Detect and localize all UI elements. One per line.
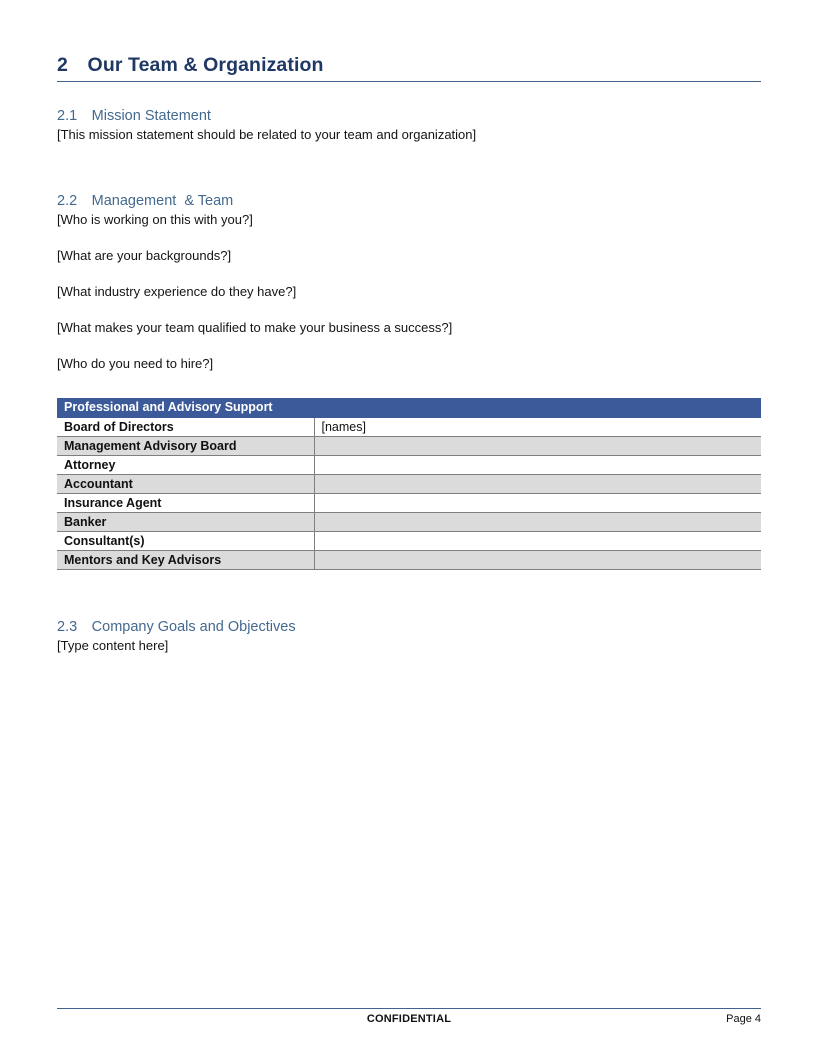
table-row[interactable]: Consultant(s) xyxy=(57,531,762,551)
management-prompt-5: [Who do you need to hire?] xyxy=(57,356,214,371)
table-row[interactable]: Accountant xyxy=(57,474,762,494)
table-row[interactable]: Management Advisory Board xyxy=(57,436,762,456)
row-label: Consultant(s) xyxy=(57,531,314,551)
row-label: Mentors and Key Advisors xyxy=(57,550,314,570)
row-label: Banker xyxy=(57,512,314,532)
section-heading-block: 2 Our Team & Organization xyxy=(57,52,761,82)
row-value[interactable] xyxy=(313,474,762,494)
row-value[interactable] xyxy=(313,550,762,570)
table-row[interactable]: Mentors and Key Advisors xyxy=(57,550,762,570)
row-label: Accountant xyxy=(57,474,314,494)
row-label: Attorney xyxy=(57,455,314,475)
subsection-heading-mission: 2.1 Mission Statement xyxy=(57,108,211,124)
table-row[interactable]: Insurance Agent xyxy=(57,493,762,513)
row-value[interactable] xyxy=(313,512,762,532)
row-label: Insurance Agent xyxy=(57,493,314,513)
table-header-title: Professional and Advisory Support xyxy=(57,398,762,418)
row-value[interactable] xyxy=(313,493,762,513)
management-prompt-1: [Who is working on this with you?] xyxy=(57,212,253,227)
row-value[interactable]: [names] xyxy=(313,417,762,437)
footer-row: CONFIDENTIAL Page 4 xyxy=(57,1013,761,1033)
page-title: 2 Our Team & Organization xyxy=(57,54,324,76)
goals-body-text: [Type content here] xyxy=(57,638,169,653)
row-value[interactable] xyxy=(313,531,762,551)
management-prompt-2: [What are your backgrounds?] xyxy=(57,248,232,263)
document-page: 2 Our Team & Organization 2.1 Mission St… xyxy=(0,0,816,1056)
row-label: Board of Directors xyxy=(57,417,314,437)
subsection-heading-goals: 2.3 Company Goals and Objectives xyxy=(57,619,296,635)
table-header-row: Professional and Advisory Support xyxy=(57,398,762,418)
support-table-body: Board of Directors [names] Management Ad… xyxy=(57,417,762,570)
page-content: 2 Our Team & Organization 2.1 Mission St… xyxy=(57,52,762,655)
subsection-heading-management: 2.2 Management & Team xyxy=(57,193,234,209)
row-value[interactable] xyxy=(313,436,762,456)
management-prompt-4: [What makes your team qualified to make … xyxy=(57,320,453,335)
table-row[interactable]: Board of Directors [names] xyxy=(57,417,762,437)
footer-page-number: Page 4 xyxy=(726,1013,761,1025)
support-table-wrapper: Professional and Advisory Support Board … xyxy=(57,398,762,570)
management-prompt-3: [What industry experience do they have?] xyxy=(57,284,297,299)
footer-confidential-label: CONFIDENTIAL xyxy=(366,1013,452,1025)
professional-advisory-support-table: Professional and Advisory Support Board … xyxy=(57,398,762,570)
page-footer: CONFIDENTIAL Page 4 xyxy=(57,1008,761,1033)
row-label: Management Advisory Board xyxy=(57,436,314,456)
table-row[interactable]: Attorney xyxy=(57,455,762,475)
table-row[interactable]: Banker xyxy=(57,512,762,532)
row-value[interactable] xyxy=(313,455,762,475)
footer-rule xyxy=(57,1008,761,1009)
mission-body-text: [This mission statement should be relate… xyxy=(57,127,477,142)
